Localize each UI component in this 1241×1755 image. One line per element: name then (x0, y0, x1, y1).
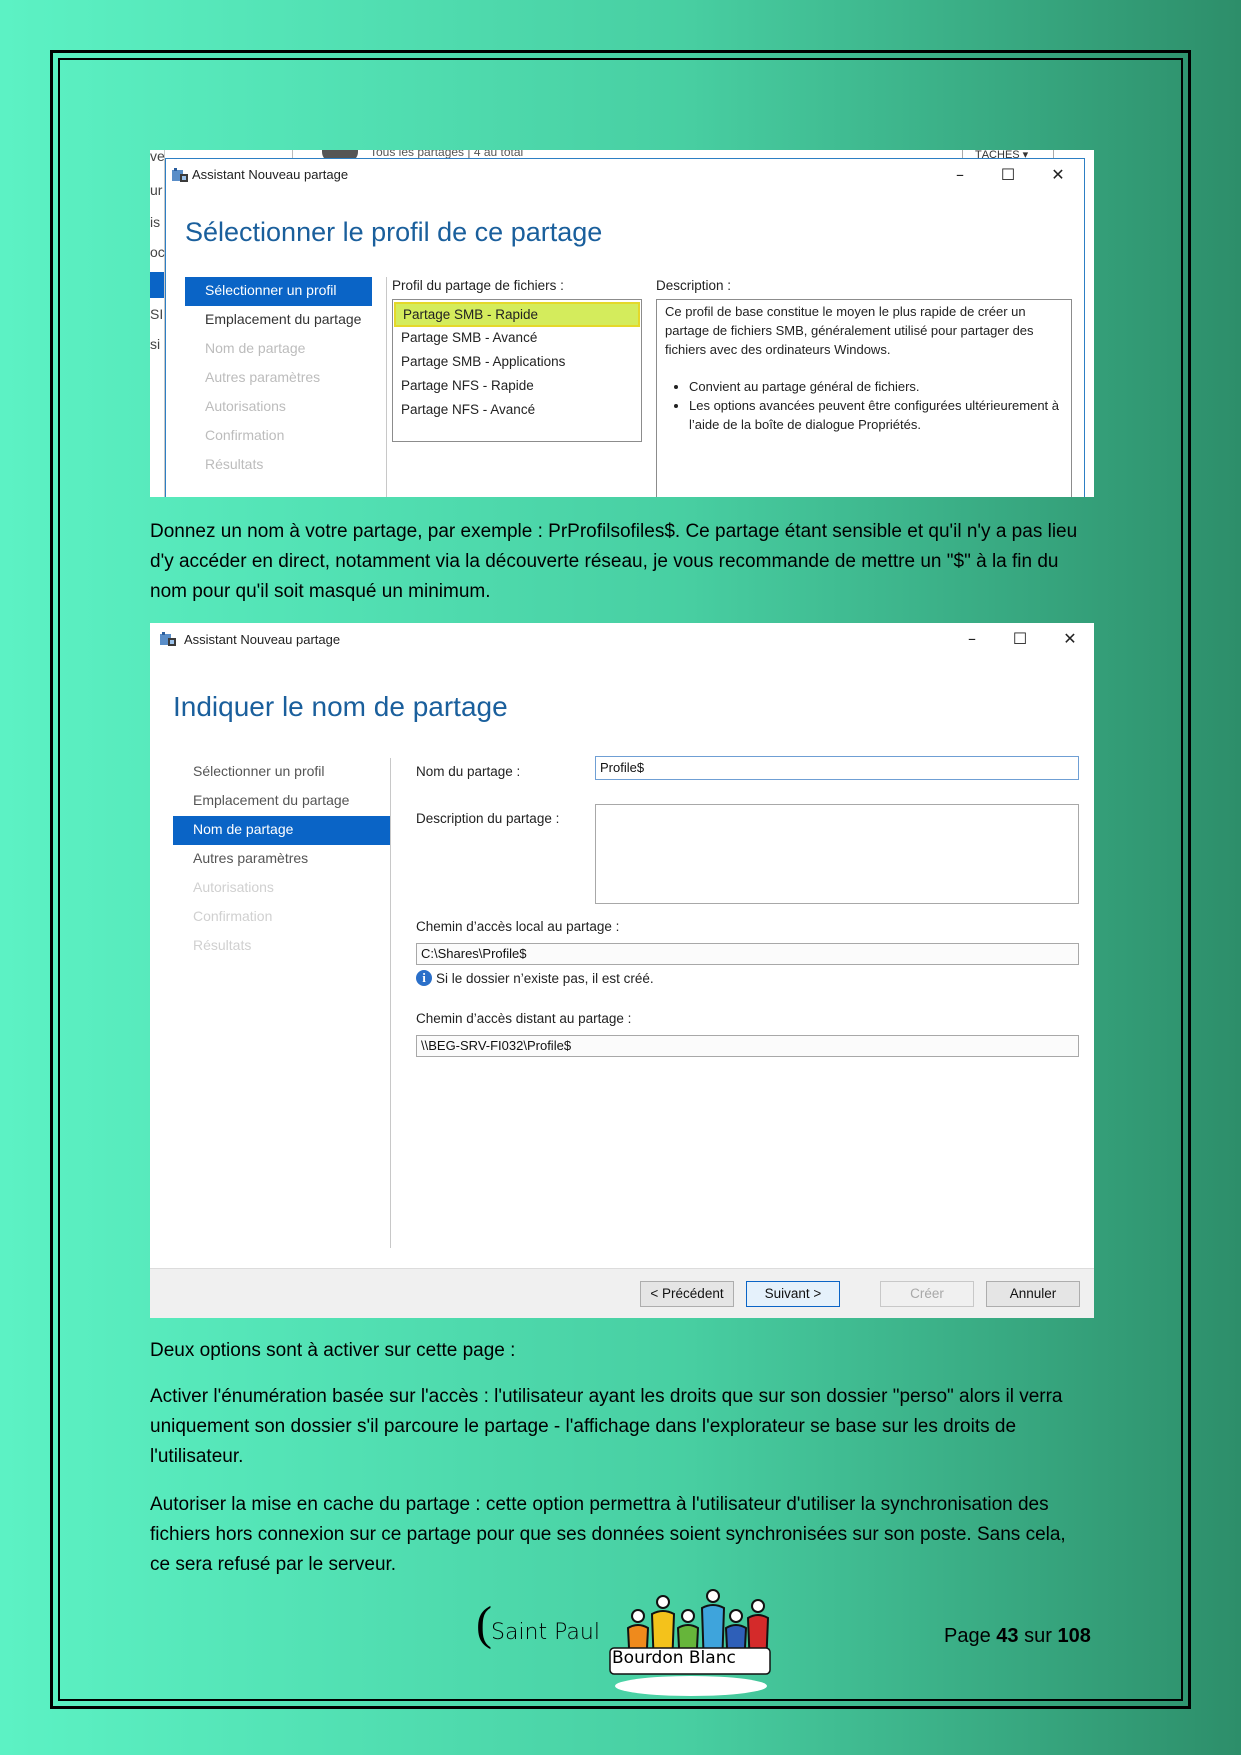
nav-item-results: Résultats (193, 937, 252, 953)
page-total: 108 (1057, 1625, 1091, 1647)
nav-item-permissions: Autorisations (193, 879, 274, 895)
remote-path-label: Chemin d’accès distant au partage : (416, 1011, 632, 1026)
minimize-icon[interactable]: – (942, 162, 978, 188)
nav-item-share-name: Nom de partage (205, 340, 306, 356)
description-text: Ce profil de base constitue le moyen le … (665, 304, 1034, 357)
info-text: Si le dossier n’existe pas, il est créé. (436, 971, 654, 986)
page-prefix: Page (944, 1625, 991, 1647)
screenshot-share-profile: Tous les partages | 4 au total TÂCHES ▾ … (150, 150, 1094, 497)
profile-item[interactable]: Partage SMB - Applications (393, 350, 641, 374)
bg-fragment: SI (150, 306, 164, 322)
profile-item[interactable]: Partage SMB - Avancé (393, 326, 641, 350)
page-current: 43 (996, 1625, 1019, 1647)
nav-item-results: Résultats (205, 456, 264, 472)
remote-path-field[interactable]: \\BEG-SRV-FI032\Profile$ (416, 1035, 1079, 1057)
nav-item-location[interactable]: Emplacement du partage (185, 306, 372, 335)
cancel-button[interactable]: Annuler (986, 1281, 1080, 1307)
nav-item-permissions: Autorisations (205, 398, 286, 414)
profile-item-selected[interactable]: Partage SMB - Rapide (394, 302, 640, 327)
previous-button[interactable]: < Précédent (640, 1281, 734, 1307)
local-path-label: Chemin d’accès local au partage : (416, 919, 620, 934)
profiles-label: Profil du partage de fichiers : (392, 278, 564, 293)
profile-item[interactable]: Partage NFS - Rapide (393, 374, 641, 398)
page-number: Page 43 sur 108 (944, 1625, 1091, 1648)
page-heading: Sélectionner le profil de ce partage (185, 217, 603, 247)
profiles-list[interactable]: Partage SMB - Rapide Partage SMB - Avanc… (392, 299, 642, 442)
profile-item[interactable]: Partage NFS - Avancé (393, 398, 641, 422)
wizard-window: Assistant Nouveau partage – ☐ ✕ Sélectio… (165, 158, 1085, 497)
window-titlebar: Assistant Nouveau partage – ☐ ✕ (150, 623, 1094, 655)
maximize-icon[interactable]: ☐ (990, 162, 1026, 188)
description-bullet: Les options avancées peuvent être config… (689, 396, 1063, 434)
background-sidebar: ve ur is oc SI si (150, 150, 165, 497)
bg-fragment: ur (150, 182, 163, 198)
nav-item-location[interactable]: Emplacement du partage (173, 787, 390, 816)
window-title: Assistant Nouveau partage (184, 632, 341, 647)
create-button: Créer (880, 1281, 974, 1307)
nav-item-other-settings[interactable]: Autres paramètres (173, 845, 390, 874)
paragraph-options-intro: Deux options sont à activer sur cette pa… (150, 1340, 516, 1361)
school-name: Saint Paul (491, 1620, 600, 1645)
nav-item-confirmation: Confirmation (205, 427, 285, 443)
nav-item-other-settings: Autres paramètres (205, 369, 321, 385)
window-titlebar: Assistant Nouveau partage – ☐ ✕ (166, 159, 1084, 191)
wizard-footer: < Précédent Suivant > Créer Annuler (150, 1268, 1094, 1318)
nav-divider (386, 277, 387, 497)
bg-selection (150, 272, 164, 298)
bg-fragment: oc (150, 244, 165, 260)
share-description-textarea[interactable] (595, 804, 1079, 904)
maximize-icon[interactable]: ☐ (1002, 626, 1038, 652)
wizard-nav: Sélectionner un profil Emplacement du pa… (185, 277, 372, 480)
description-bullets: Convient au partage général de fichiers.… (665, 377, 1063, 434)
close-icon[interactable]: ✕ (1052, 626, 1088, 652)
school-logo (609, 1589, 771, 1696)
logo-text: Bourdon Blanc (612, 1648, 736, 1668)
share-description-label: Description du partage : (416, 811, 560, 826)
wizard-window-share-name: Assistant Nouveau partage – ☐ ✕ Indiquer… (150, 623, 1094, 1318)
description-box: Ce profil de base constitue le moyen le … (656, 299, 1072, 497)
share-wizard-icon (160, 632, 176, 646)
bg-fragment: ve (150, 150, 165, 164)
minimize-icon[interactable]: – (954, 626, 990, 652)
paragraph-share-name: Donnez un nom à votre partage, par exemp… (150, 521, 1078, 602)
nav-item-select-profile[interactable]: Sélectionner un profil (185, 277, 372, 306)
description-label: Description : (656, 278, 732, 293)
nav-item-confirmation: Confirmation (193, 908, 273, 924)
page-heading: Indiquer le nom de partage (173, 691, 508, 722)
window-title: Assistant Nouveau partage (192, 167, 349, 182)
nav-item-select-profile[interactable]: Sélectionner un profil (173, 758, 390, 787)
description-bullet: Convient au partage général de fichiers. (689, 377, 1063, 396)
footer-parenthesis: ( (476, 1597, 492, 1650)
close-icon[interactable]: ✕ (1040, 162, 1076, 188)
bg-fragment: is (150, 214, 161, 230)
bg-fragment: si (150, 336, 161, 352)
paragraph-offline-cache: Autoriser la mise en cache du partage : … (150, 1494, 1066, 1575)
paragraph-access-enumeration: Activer l'énumération basée sur l'accès … (150, 1386, 1063, 1467)
next-button[interactable]: Suivant > (746, 1281, 840, 1307)
page-separator: sur (1024, 1625, 1052, 1647)
nav-divider (390, 758, 391, 1248)
local-path-field[interactable]: C:\Shares\Profile$ (416, 943, 1079, 965)
share-name-input[interactable]: Profile$ (595, 756, 1079, 780)
info-icon: i (416, 970, 432, 986)
wizard-nav: Sélectionner un profil Emplacement du pa… (173, 758, 390, 961)
nav-item-share-name[interactable]: Nom de partage (173, 816, 390, 845)
share-name-label: Nom du partage : (416, 764, 521, 779)
share-wizard-icon (172, 168, 188, 182)
